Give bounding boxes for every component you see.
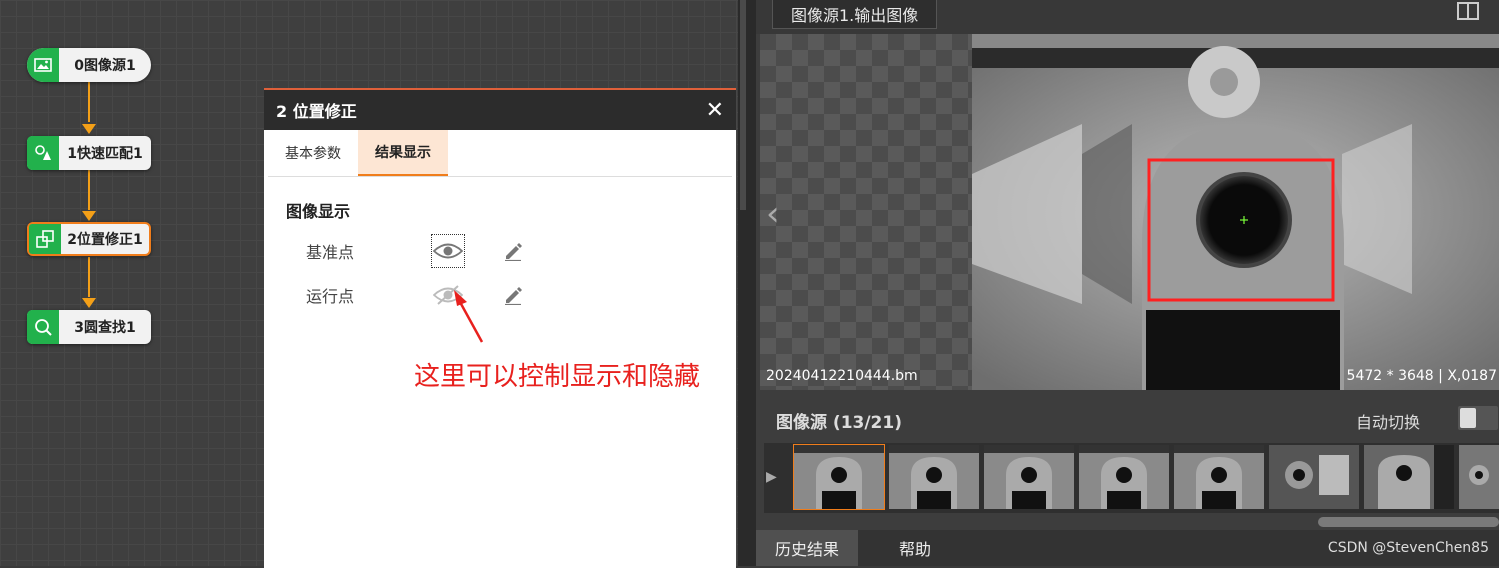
flow-node-position-fix[interactable]: 2位置修正1 bbox=[27, 222, 151, 256]
tab-help[interactable]: 帮助 bbox=[862, 530, 968, 566]
thumbnail[interactable] bbox=[984, 445, 1074, 509]
camera-image bbox=[972, 34, 1499, 390]
circle-find-icon bbox=[27, 310, 59, 344]
flow-connector bbox=[88, 257, 90, 297]
section-title: 图像显示 bbox=[286, 202, 351, 221]
source-title: 图像源 (13/21) bbox=[776, 413, 902, 433]
pencil-icon[interactable] bbox=[502, 284, 524, 306]
tab-result-display[interactable]: 结果显示 bbox=[358, 130, 448, 176]
position-fix-dialog: 2 位置修正 ✕ 基本参数 结果显示 图像显示 基准点 运行点 bbox=[264, 88, 736, 568]
dialog-title: 2 位置修正 bbox=[276, 102, 357, 121]
viewer-source-select[interactable]: 图像源1.输出图像 bbox=[772, 0, 938, 29]
image-pane: 图像源1.输出图像 ‹ 20240412210444.bm 5472 * 364… bbox=[756, 0, 1499, 566]
viewer-toolbar: 图像源1.输出图像 bbox=[756, 0, 1499, 34]
flow-arrowhead bbox=[82, 298, 96, 308]
flow-arrowhead bbox=[82, 211, 96, 221]
eye-icon[interactable] bbox=[431, 234, 465, 268]
thumbnail[interactable] bbox=[1174, 445, 1264, 509]
chevron-left-icon[interactable]: ‹ bbox=[766, 194, 780, 234]
pencil-icon[interactable] bbox=[502, 240, 524, 262]
annotation-text: 这里可以控制显示和隐藏 bbox=[414, 362, 701, 392]
annotation-arrow bbox=[454, 290, 484, 343]
play-icon[interactable]: ▶ bbox=[766, 469, 777, 485]
thumbnail[interactable] bbox=[1079, 445, 1169, 509]
pane-divider[interactable] bbox=[738, 0, 756, 566]
image-resolution: 5472 * 3648 | X,0187 bbox=[1346, 368, 1497, 384]
layout-icon[interactable] bbox=[1457, 2, 1479, 20]
thumbnail[interactable] bbox=[1269, 445, 1359, 509]
thumbnail[interactable] bbox=[889, 445, 979, 509]
flow-node-label: 2位置修正1 bbox=[67, 232, 143, 248]
flow-node-circle-find[interactable]: 3圆查找1 bbox=[27, 310, 151, 344]
flow-node-fast-match[interactable]: 1快速匹配1 bbox=[27, 136, 151, 170]
close-icon[interactable]: ✕ bbox=[706, 98, 724, 123]
position-fix-icon bbox=[29, 224, 61, 254]
watermark: CSDN @StevenChen85 bbox=[1327, 540, 1489, 556]
thumbnail[interactable] bbox=[793, 444, 885, 510]
dialog-tabs: 基本参数 结果显示 bbox=[268, 130, 732, 177]
tab-history-results[interactable]: 历史结果 bbox=[756, 530, 858, 566]
flow-node-label: 1快速匹配1 bbox=[67, 146, 143, 162]
flow-node-label: 0图像源1 bbox=[74, 58, 136, 74]
flow-connector bbox=[88, 82, 90, 122]
row-label: 运行点 bbox=[306, 287, 355, 306]
source-bar: 图像源 (13/21) 自动切换 bbox=[756, 400, 1499, 436]
flow-node-image-source[interactable]: 0图像源1 bbox=[27, 48, 151, 82]
auto-switch-toggle[interactable] bbox=[1458, 406, 1498, 430]
image-viewer[interactable]: ‹ 20240412210444.bm 5472 * 3648 | X,0187 bbox=[760, 34, 1499, 390]
thumbnail-scrollbar[interactable] bbox=[1318, 517, 1499, 527]
row-reference-point: 基准点 bbox=[306, 234, 524, 268]
scrollbar[interactable] bbox=[740, 0, 746, 210]
dialog-header: 2 位置修正 ✕ bbox=[264, 90, 736, 130]
tab-basic-params[interactable]: 基本参数 bbox=[268, 130, 358, 176]
thumbnail-strip: ▶ bbox=[764, 443, 1499, 513]
thumbnail[interactable] bbox=[1459, 445, 1499, 509]
auto-switch-label: 自动切换 bbox=[1356, 413, 1421, 432]
row-label: 基准点 bbox=[306, 243, 355, 262]
image-filename: 20240412210444.bm bbox=[766, 368, 918, 384]
flow-node-label: 3圆查找1 bbox=[74, 320, 136, 336]
bottom-tabs: 历史结果 帮助 CSDN @StevenChen85 bbox=[756, 530, 1499, 566]
thumbnail[interactable] bbox=[1364, 445, 1454, 509]
flow-connector bbox=[88, 170, 90, 210]
image-icon bbox=[27, 48, 59, 82]
flow-arrowhead bbox=[82, 124, 96, 134]
toggle-knob bbox=[1460, 408, 1476, 428]
shape-match-icon bbox=[27, 136, 59, 170]
